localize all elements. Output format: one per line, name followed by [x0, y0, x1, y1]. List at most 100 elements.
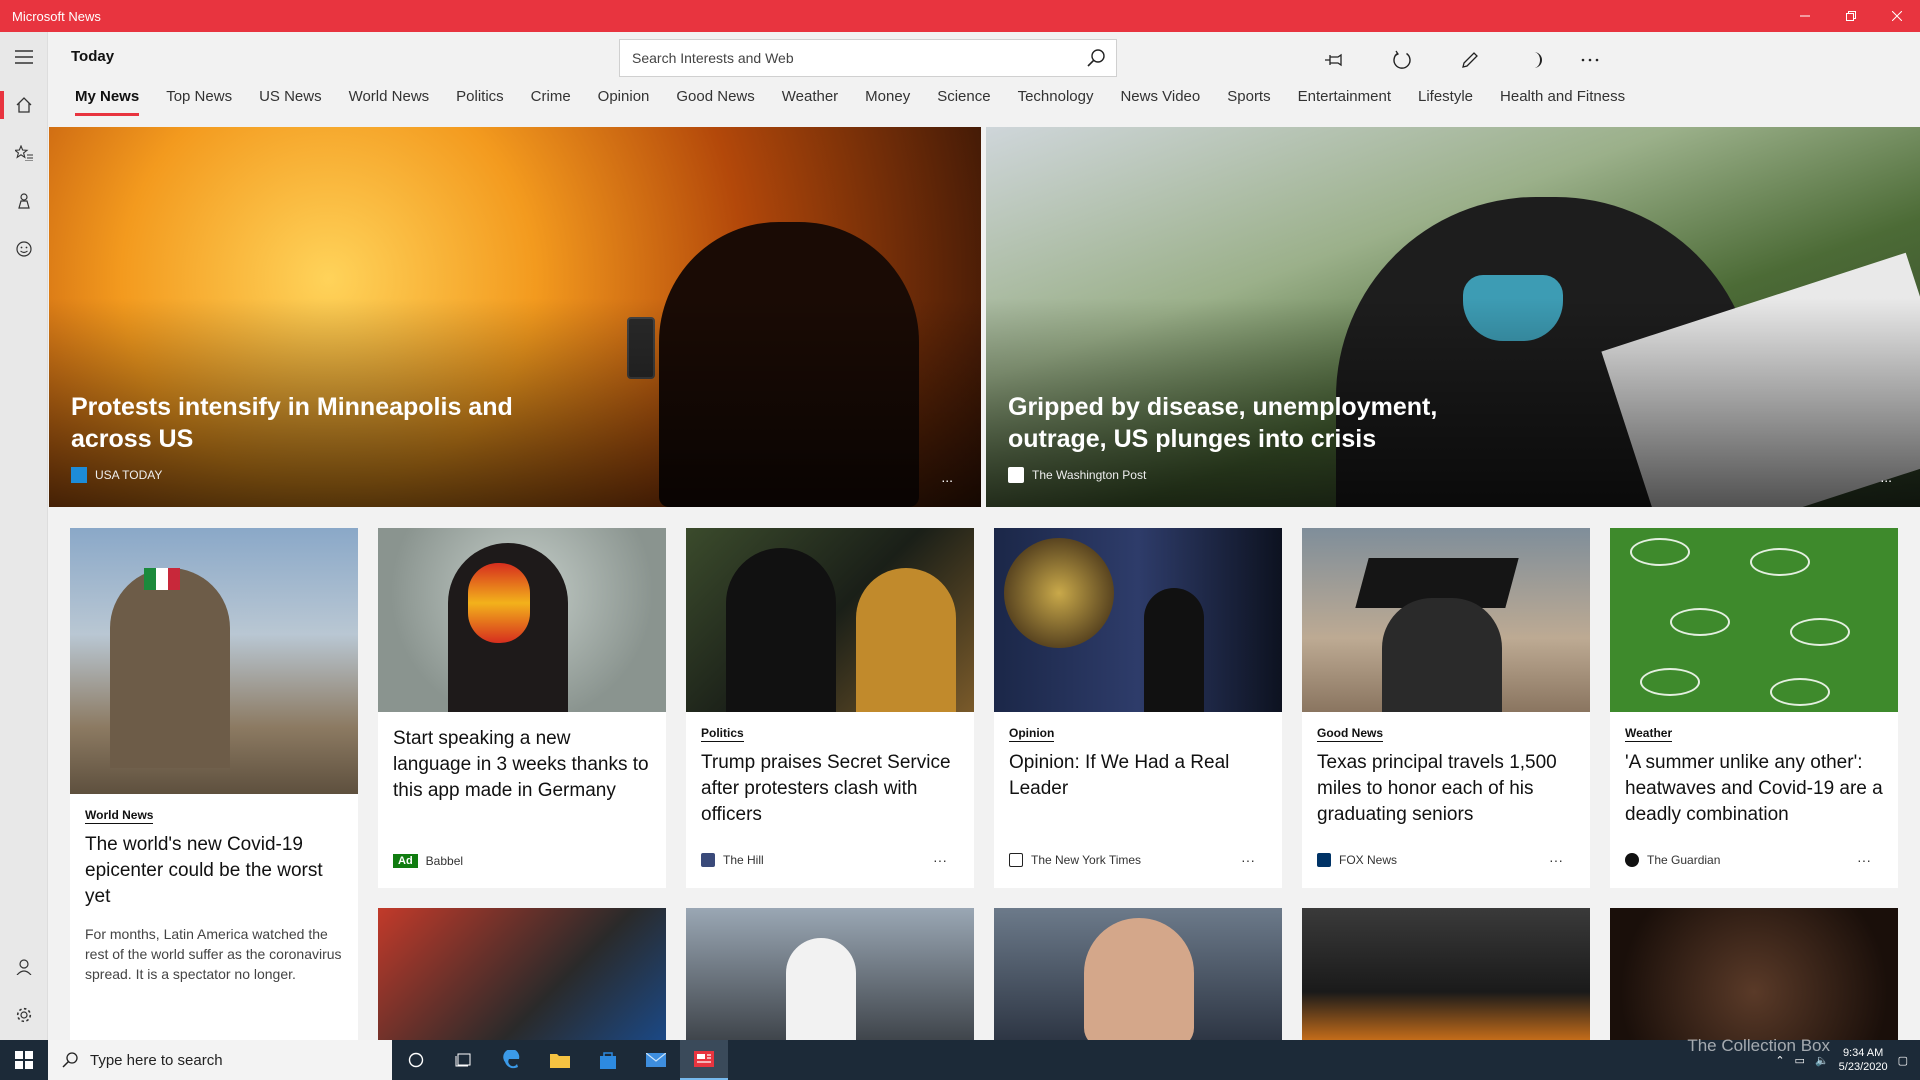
- tab-good-news[interactable]: Good News: [676, 82, 754, 112]
- article-title: Start speaking a new language in 3 weeks…: [393, 728, 649, 801]
- pin-button[interactable]: [1316, 42, 1352, 78]
- tab-world-news[interactable]: World News: [349, 82, 430, 112]
- edit-button[interactable]: [1452, 42, 1488, 78]
- restore-icon: [1846, 11, 1856, 21]
- article-title: 'A summer unlike any other': heatwaves a…: [1625, 752, 1883, 825]
- person-icon: [16, 959, 32, 975]
- news-card[interactable]: Weather 'A summer unlike any other': hea…: [1610, 528, 1898, 888]
- local-icon: [18, 193, 30, 209]
- window-title: Microsoft News: [12, 8, 101, 24]
- news-icon: [694, 1051, 714, 1067]
- file-explorer-button[interactable]: [536, 1040, 584, 1080]
- rail-interests-button[interactable]: [0, 131, 48, 175]
- ad-card[interactable]: Start speaking a new language in 3 weeks…: [378, 528, 666, 888]
- windows-logo-icon: [15, 1051, 33, 1069]
- article-footer: The Hill ···: [701, 852, 959, 868]
- rail-home-button[interactable]: [0, 83, 48, 127]
- left-rail: [0, 32, 48, 1040]
- tab-entertainment[interactable]: Entertainment: [1298, 82, 1391, 112]
- news-card-image[interactable]: [1302, 908, 1590, 1040]
- folder-icon: [550, 1054, 570, 1068]
- news-card-image[interactable]: [1610, 908, 1898, 1040]
- start-button[interactable]: [0, 1040, 48, 1080]
- notifications-icon[interactable]: ▢: [1898, 1054, 1908, 1067]
- search-input[interactable]: [620, 40, 1076, 76]
- hamburger-menu-button[interactable]: [0, 35, 48, 79]
- rail-account-button[interactable]: [0, 945, 48, 989]
- category-tag[interactable]: World News: [85, 808, 154, 824]
- gear-icon: [16, 1007, 32, 1023]
- cortana-button[interactable]: [392, 1040, 440, 1080]
- hero-article[interactable]: Protests intensify in Minneapolis and ac…: [49, 127, 981, 507]
- news-card-image[interactable]: [378, 908, 666, 1040]
- usa-today-logo-icon: [71, 467, 87, 483]
- tab-weather[interactable]: Weather: [782, 82, 838, 112]
- edge-button[interactable]: [488, 1040, 536, 1080]
- more-button[interactable]: ···: [1241, 852, 1255, 868]
- restore-button[interactable]: [1828, 0, 1874, 32]
- tab-lifestyle[interactable]: Lifestyle: [1418, 82, 1473, 112]
- news-feed: Protests intensify in Minneapolis and ac…: [48, 127, 1920, 1040]
- more-button[interactable]: ...: [941, 469, 953, 485]
- more-button[interactable]: ···: [1549, 852, 1563, 868]
- store-icon: [600, 1052, 616, 1069]
- taskbar: Type here to search ⌃ ▭ 🔈 9:34 AM 5/23/2…: [0, 1040, 1920, 1080]
- smiley-icon: [16, 241, 32, 257]
- nyt-logo-icon: [1009, 853, 1023, 867]
- category-tag[interactable]: Opinion: [1009, 726, 1055, 742]
- rail-feedback-button[interactable]: [0, 227, 48, 271]
- article-image: [70, 528, 358, 794]
- category-tag[interactable]: Politics: [701, 726, 744, 742]
- refresh-button[interactable]: [1384, 42, 1420, 78]
- task-view-button[interactable]: [440, 1040, 488, 1080]
- news-card[interactable]: Opinion Opinion: If We Had a Real Leader…: [994, 528, 1282, 888]
- cortana-icon: [408, 1052, 424, 1068]
- hero-source: USA TODAY: [71, 467, 162, 483]
- news-card[interactable]: World News The world's new Covid-19 epic…: [70, 528, 358, 1040]
- category-tag[interactable]: Good News: [1317, 726, 1384, 742]
- minimize-button[interactable]: [1782, 0, 1828, 32]
- category-tag[interactable]: Weather: [1625, 726, 1673, 742]
- taskbar-search[interactable]: Type here to search: [48, 1040, 392, 1080]
- store-button[interactable]: [584, 1040, 632, 1080]
- taskbar-search-placeholder: Type here to search: [90, 1051, 223, 1069]
- news-card[interactable]: Good News Texas principal travels 1,500 …: [1302, 528, 1590, 888]
- tab-technology[interactable]: Technology: [1018, 82, 1094, 112]
- tab-politics[interactable]: Politics: [456, 82, 504, 112]
- rail-local-button[interactable]: [0, 179, 48, 223]
- tab-top-news[interactable]: Top News: [166, 82, 232, 112]
- tab-my-news[interactable]: My News: [75, 82, 140, 116]
- mail-button[interactable]: [632, 1040, 680, 1080]
- tab-opinion[interactable]: Opinion: [598, 82, 650, 112]
- tab-science[interactable]: Science: [937, 82, 990, 112]
- tab-crime[interactable]: Crime: [531, 82, 571, 112]
- more-options-button[interactable]: [1572, 42, 1608, 78]
- tab-health-and-fitness[interactable]: Health and Fitness: [1500, 82, 1625, 112]
- tab-us-news[interactable]: US News: [259, 82, 322, 112]
- pencil-icon: [1462, 52, 1478, 68]
- dark-mode-button[interactable]: [1520, 42, 1556, 78]
- flag-image: [144, 568, 180, 590]
- news-app-button[interactable]: [680, 1040, 728, 1080]
- article-footer: The Guardian ···: [1625, 852, 1883, 868]
- clock[interactable]: 9:34 AM 5/23/2020: [1839, 1046, 1888, 1074]
- page-title: Today: [71, 48, 115, 65]
- rail-settings-button[interactable]: [0, 993, 48, 1037]
- more-button[interactable]: ...: [1880, 469, 1892, 485]
- category-tabs: My News Top News US News World News Poli…: [48, 82, 1625, 116]
- tab-money[interactable]: Money: [865, 82, 910, 112]
- article-image: [378, 528, 666, 712]
- more-button[interactable]: ···: [933, 852, 947, 868]
- close-button[interactable]: [1874, 0, 1920, 32]
- tab-news-video[interactable]: News Video: [1120, 82, 1200, 112]
- news-card-image[interactable]: [686, 908, 974, 1040]
- news-card-image[interactable]: [994, 908, 1282, 1040]
- search-button[interactable]: [1076, 40, 1116, 76]
- washington-post-logo-icon: [1008, 467, 1024, 483]
- hero-title: Protests intensify in Minneapolis and ac…: [71, 393, 513, 453]
- hero-article[interactable]: Gripped by disease, unemployment, outrag…: [986, 127, 1920, 507]
- hero-source: The Washington Post: [1008, 467, 1146, 483]
- news-card[interactable]: Politics Trump praises Secret Service af…: [686, 528, 974, 888]
- more-button[interactable]: ···: [1857, 852, 1871, 868]
- tab-sports[interactable]: Sports: [1227, 82, 1270, 112]
